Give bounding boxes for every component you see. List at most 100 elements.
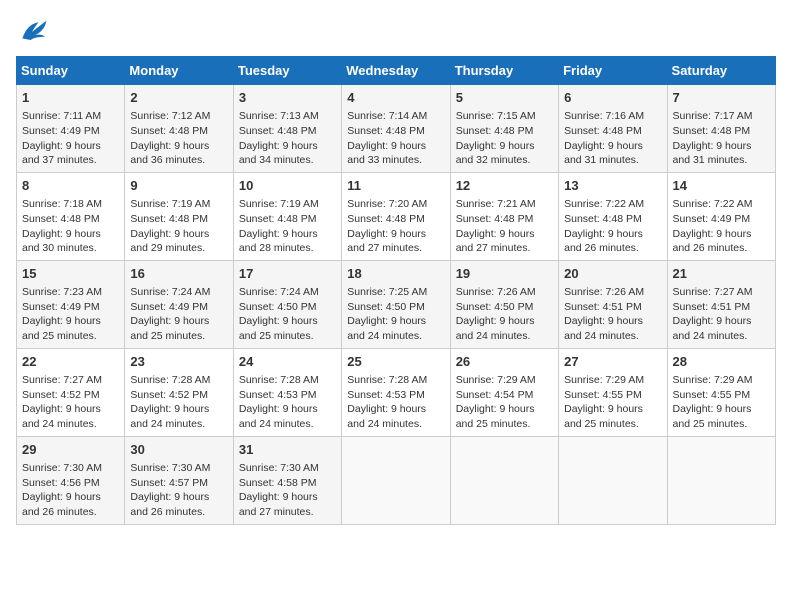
calendar-cell: 3Sunrise: 7:13 AMSunset: 4:48 PMDaylight… <box>233 85 341 173</box>
day-number: 3 <box>239 89 336 107</box>
calendar-cell <box>667 436 775 524</box>
weekday-header-thursday: Thursday <box>450 57 558 85</box>
day-number: 8 <box>22 177 119 195</box>
day-info: Sunrise: 7:30 AMSunset: 4:57 PMDaylight:… <box>130 461 227 520</box>
calendar-cell: 7 Sunrise: 7:17 AMSunset: 4:48 PMDaylight… <box>667 85 775 173</box>
day-info: Sunrise: 7:11 AMSunset: 4:49 PMDaylight:… <box>22 109 119 168</box>
calendar-cell: 6 Sunrise: 7:16 AMSunset: 4:48 PMDaylight… <box>559 85 667 173</box>
day-info: Sunrise: 7:29 AMSunset: 4:55 PMDaylight:… <box>673 373 770 432</box>
calendar-cell: 24 Sunrise: 7:28 AMSunset: 4:53 PMDayligh… <box>233 348 341 436</box>
day-number: 12 <box>456 177 553 195</box>
day-number: 22 <box>22 353 119 371</box>
calendar-cell: 29Sunrise: 7:30 AMSunset: 4:56 PMDayligh… <box>17 436 125 524</box>
day-info: Sunrise: 7:16 AMSunset: 4:48 PMDaylight:… <box>564 109 661 168</box>
calendar-cell: 13Sunrise: 7:22 AMSunset: 4:48 PMDayligh… <box>559 172 667 260</box>
calendar-cell <box>342 436 450 524</box>
day-number: 23 <box>130 353 227 371</box>
day-number: 20 <box>564 265 661 283</box>
day-number: 21 <box>673 265 770 283</box>
day-number: 27 <box>564 353 661 371</box>
day-number: 25 <box>347 353 444 371</box>
day-number: 18 <box>347 265 444 283</box>
day-info: Sunrise: 7:24 AMSunset: 4:50 PMDaylight:… <box>239 285 336 344</box>
weekday-header-wednesday: Wednesday <box>342 57 450 85</box>
page-header <box>16 16 776 44</box>
day-info: Sunrise: 7:29 AMSunset: 4:55 PMDaylight:… <box>564 373 661 432</box>
day-number: 30 <box>130 441 227 459</box>
calendar-cell: 22 Sunrise: 7:27 AMSunset: 4:52 PMDayligh… <box>17 348 125 436</box>
logo <box>16 16 52 44</box>
day-number: 7 <box>673 89 770 107</box>
calendar-body: 1 Sunrise: 7:11 AMSunset: 4:49 PMDaylight… <box>17 85 776 525</box>
logo-icon <box>16 16 48 44</box>
day-info: Sunrise: 7:25 AMSunset: 4:50 PMDaylight:… <box>347 285 444 344</box>
calendar-week-row: 22 Sunrise: 7:27 AMSunset: 4:52 PMDayligh… <box>17 348 776 436</box>
calendar-cell: 5 Sunrise: 7:15 AMSunset: 4:48 PMDaylight… <box>450 85 558 173</box>
day-info: Sunrise: 7:24 AMSunset: 4:49 PMDaylight:… <box>130 285 227 344</box>
calendar-cell: 19Sunrise: 7:26 AMSunset: 4:50 PMDayligh… <box>450 260 558 348</box>
calendar-cell: 12 Sunrise: 7:21 AMSunset: 4:48 PMDayligh… <box>450 172 558 260</box>
day-number: 5 <box>456 89 553 107</box>
calendar-cell: 15 Sunrise: 7:23 AMSunset: 4:49 PMDayligh… <box>17 260 125 348</box>
day-info: Sunrise: 7:14 AMSunset: 4:48 PMDaylight:… <box>347 109 444 168</box>
day-number: 31 <box>239 441 336 459</box>
day-info: Sunrise: 7:28 AMSunset: 4:53 PMDaylight:… <box>239 373 336 432</box>
calendar-cell: 8 Sunrise: 7:18 AMSunset: 4:48 PMDaylight… <box>17 172 125 260</box>
calendar-cell: 9 Sunrise: 7:19 AMSunset: 4:48 PMDaylight… <box>125 172 233 260</box>
calendar-header-row: SundayMondayTuesdayWednesdayThursdayFrid… <box>17 57 776 85</box>
day-number: 10 <box>239 177 336 195</box>
calendar-cell: 11 Sunrise: 7:20 AMSunset: 4:48 PMDayligh… <box>342 172 450 260</box>
calendar-cell: 14 Sunrise: 7:22 AMSunset: 4:49 PMDayligh… <box>667 172 775 260</box>
calendar-cell: 31 Sunrise: 7:30 AMSunset: 4:58 PMDayligh… <box>233 436 341 524</box>
day-info: Sunrise: 7:26 AMSunset: 4:51 PMDaylight:… <box>564 285 661 344</box>
calendar-cell <box>559 436 667 524</box>
day-info: Sunrise: 7:21 AMSunset: 4:48 PMDaylight:… <box>456 197 553 256</box>
weekday-header-saturday: Saturday <box>667 57 775 85</box>
calendar-cell: 20 Sunrise: 7:26 AMSunset: 4:51 PMDayligh… <box>559 260 667 348</box>
day-number: 4 <box>347 89 444 107</box>
calendar-cell: 4 Sunrise: 7:14 AMSunset: 4:48 PMDaylight… <box>342 85 450 173</box>
day-info: Sunrise: 7:19 AMSunset: 4:48 PMDaylight:… <box>130 197 227 256</box>
calendar-cell: 21 Sunrise: 7:27 AMSunset: 4:51 PMDayligh… <box>667 260 775 348</box>
calendar-cell: 17 Sunrise: 7:24 AMSunset: 4:50 PMDayligh… <box>233 260 341 348</box>
weekday-header-tuesday: Tuesday <box>233 57 341 85</box>
calendar-cell: 2Sunrise: 7:12 AMSunset: 4:48 PMDaylight… <box>125 85 233 173</box>
day-number: 17 <box>239 265 336 283</box>
day-number: 14 <box>673 177 770 195</box>
day-number: 6 <box>564 89 661 107</box>
day-number: 15 <box>22 265 119 283</box>
day-number: 13 <box>564 177 661 195</box>
day-number: 24 <box>239 353 336 371</box>
calendar-cell: 10 Sunrise: 7:19 AMSunset: 4:48 PMDayligh… <box>233 172 341 260</box>
day-number: 11 <box>347 177 444 195</box>
day-info: Sunrise: 7:27 AMSunset: 4:52 PMDaylight:… <box>22 373 119 432</box>
calendar-cell: 27 Sunrise: 7:29 AMSunset: 4:55 PMDayligh… <box>559 348 667 436</box>
day-info: Sunrise: 7:18 AMSunset: 4:48 PMDaylight:… <box>22 197 119 256</box>
calendar-week-row: 1 Sunrise: 7:11 AMSunset: 4:49 PMDaylight… <box>17 85 776 173</box>
calendar-cell: 26 Sunrise: 7:29 AMSunset: 4:54 PMDayligh… <box>450 348 558 436</box>
calendar-week-row: 29Sunrise: 7:30 AMSunset: 4:56 PMDayligh… <box>17 436 776 524</box>
day-info: Sunrise: 7:20 AMSunset: 4:48 PMDaylight:… <box>347 197 444 256</box>
day-number: 29 <box>22 441 119 459</box>
day-info: Sunrise: 7:30 AMSunset: 4:58 PMDaylight:… <box>239 461 336 520</box>
calendar-cell: 30 Sunrise: 7:30 AMSunset: 4:57 PMDayligh… <box>125 436 233 524</box>
calendar-cell <box>450 436 558 524</box>
day-info: Sunrise: 7:28 AMSunset: 4:52 PMDaylight:… <box>130 373 227 432</box>
day-info: Sunrise: 7:27 AMSunset: 4:51 PMDaylight:… <box>673 285 770 344</box>
day-info: Sunrise: 7:23 AMSunset: 4:49 PMDaylight:… <box>22 285 119 344</box>
day-info: Sunrise: 7:15 AMSunset: 4:48 PMDaylight:… <box>456 109 553 168</box>
day-number: 9 <box>130 177 227 195</box>
calendar-table: SundayMondayTuesdayWednesdayThursdayFrid… <box>16 56 776 525</box>
day-number: 1 <box>22 89 119 107</box>
day-number: 16 <box>130 265 227 283</box>
day-info: Sunrise: 7:19 AMSunset: 4:48 PMDaylight:… <box>239 197 336 256</box>
calendar-week-row: 8 Sunrise: 7:18 AMSunset: 4:48 PMDaylight… <box>17 172 776 260</box>
calendar-cell: 16 Sunrise: 7:24 AMSunset: 4:49 PMDayligh… <box>125 260 233 348</box>
day-info: Sunrise: 7:29 AMSunset: 4:54 PMDaylight:… <box>456 373 553 432</box>
calendar-cell: 18 Sunrise: 7:25 AMSunset: 4:50 PMDayligh… <box>342 260 450 348</box>
calendar-cell: 25Sunrise: 7:28 AMSunset: 4:53 PMDayligh… <box>342 348 450 436</box>
day-number: 26 <box>456 353 553 371</box>
day-info: Sunrise: 7:17 AMSunset: 4:48 PMDaylight:… <box>673 109 770 168</box>
day-info: Sunrise: 7:22 AMSunset: 4:49 PMDaylight:… <box>673 197 770 256</box>
calendar-cell: 1 Sunrise: 7:11 AMSunset: 4:49 PMDaylight… <box>17 85 125 173</box>
